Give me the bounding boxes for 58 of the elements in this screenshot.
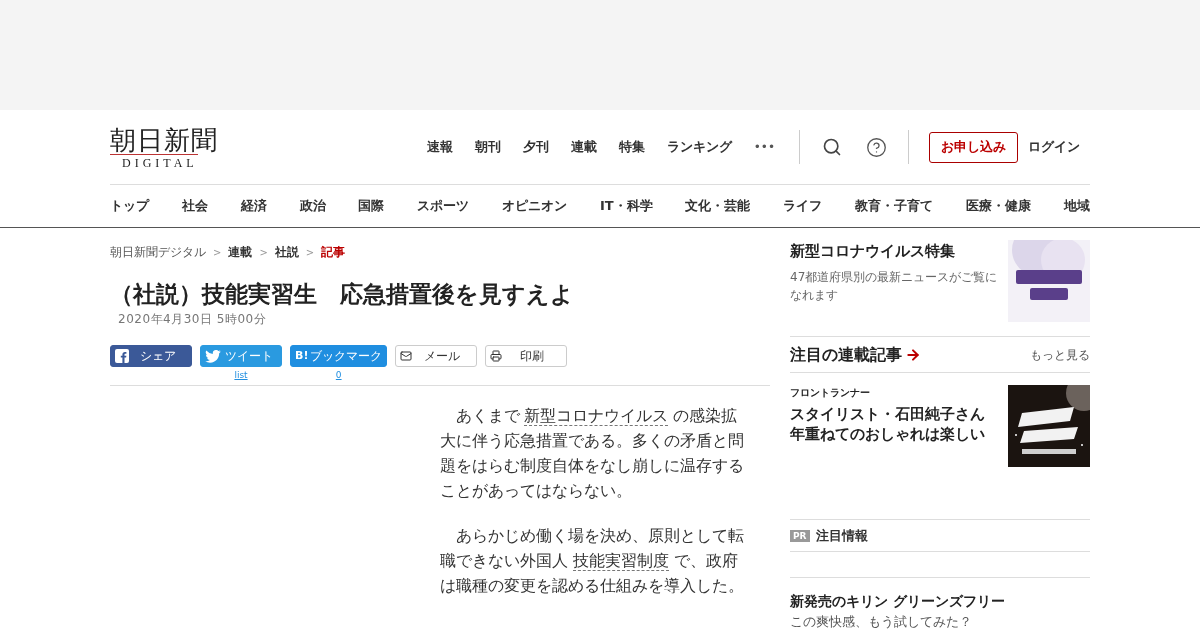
breadcrumb-link[interactable]: 連載: [228, 243, 253, 261]
breadcrumb-separator: >: [259, 245, 268, 260]
category-tab[interactable]: 教育・子育て: [855, 196, 934, 216]
series-title[interactable]: スタイリスト・石田純子さん年重ねてのおしゃれは楽しい: [790, 404, 990, 444]
section-heading: 注目の連載記事: [790, 343, 902, 366]
login-link[interactable]: ログイン: [1028, 137, 1080, 157]
category-tab[interactable]: ライフ: [783, 196, 823, 216]
nav-link[interactable]: 夕刊: [522, 137, 549, 157]
logo: 朝日新聞 DIGITAL: [110, 125, 219, 169]
pr-description: この爽快感、もう試してみた？: [790, 613, 973, 630]
nav-link[interactable]: 連載: [570, 137, 597, 157]
category-tab[interactable]: オピニオン: [502, 196, 568, 216]
pr-title[interactable]: 新発売のキリン グリーンズフリー: [790, 591, 1090, 612]
printer-icon: [490, 350, 503, 362]
category-tab[interactable]: 政治: [299, 196, 326, 216]
share-button[interactable]: B! ブックマーク: [290, 345, 388, 367]
nav-link[interactable]: 朝刊: [474, 137, 501, 157]
more-link[interactable]: もっと見る: [1030, 345, 1090, 364]
section-heading: 注目情報: [815, 526, 868, 545]
breadcrumb-link[interactable]: 社説: [274, 243, 299, 261]
share-button[interactable]: 印刷: [485, 345, 568, 367]
article-paragraph: あくまで 新型コロナウイルス の感染拡大に伴う応急措置である。多くの矛盾と問題をはらむ制度自体をなし崩しに温存することがあってはならない。: [440, 406, 745, 502]
breadcrumb-link[interactable]: 朝日新聞デジタル: [110, 243, 206, 261]
category-tab[interactable]: 文化・芸能: [685, 196, 751, 216]
nav-link[interactable]: 特集: [618, 137, 645, 157]
share-count[interactable]: list: [234, 369, 248, 383]
series-category: フロントランナー: [790, 386, 871, 400]
help-icon[interactable]: [866, 136, 887, 158]
search-icon[interactable]: [822, 137, 842, 157]
mail-icon: [400, 350, 413, 362]
share-button[interactable]: メール: [395, 345, 478, 367]
category-tab[interactable]: IT・科学: [599, 196, 653, 216]
apply-button[interactable]: お申し込み: [929, 131, 1018, 163]
share-button[interactable]: シェア: [110, 345, 192, 367]
category-tab[interactable]: 経済: [240, 196, 267, 216]
nav-link[interactable]: ランキング: [666, 137, 732, 157]
article-date: 2020年4月30日 5時00分: [118, 311, 268, 328]
keyword-link[interactable]: 新型コロナウイルス: [524, 407, 669, 426]
breadcrumb-separator: >: [213, 245, 222, 260]
article-title: （社説）技能実習生 応急措置後を見すえよ: [110, 280, 575, 309]
category-tab[interactable]: トップ: [110, 196, 149, 216]
bird-icon: [205, 349, 221, 363]
more-link[interactable]: •••: [753, 138, 775, 156]
keyword-link[interactable]: 技能実習制度: [572, 552, 669, 571]
category-tab[interactable]: 医療・健康: [966, 196, 1031, 216]
category-tab[interactable]: スポーツ: [417, 196, 470, 216]
breadcrumb-separator: >: [305, 245, 315, 260]
breadcrumb-link[interactable]: 記事: [321, 243, 346, 261]
category-tab[interactable]: 地域: [1063, 196, 1090, 216]
feature-title[interactable]: 新型コロナウイルス特集: [790, 240, 1002, 263]
category-tab[interactable]: 国際: [358, 196, 385, 216]
share-count[interactable]: 0: [335, 369, 342, 383]
nav-link[interactable]: 速報: [426, 137, 453, 157]
feature-description: 47都道府県別の最新ニュースがご覧になれます: [790, 268, 999, 304]
facebook-icon: [115, 349, 129, 363]
pr-badge: PR: [790, 529, 810, 542]
article-paragraph: あらかじめ働く場を決め、原則として転職できない外国人 技能実習制度 で、政府は職種の変更を認める仕組みを導入した。: [440, 526, 745, 597]
category-tab[interactable]: 社会: [181, 196, 208, 216]
